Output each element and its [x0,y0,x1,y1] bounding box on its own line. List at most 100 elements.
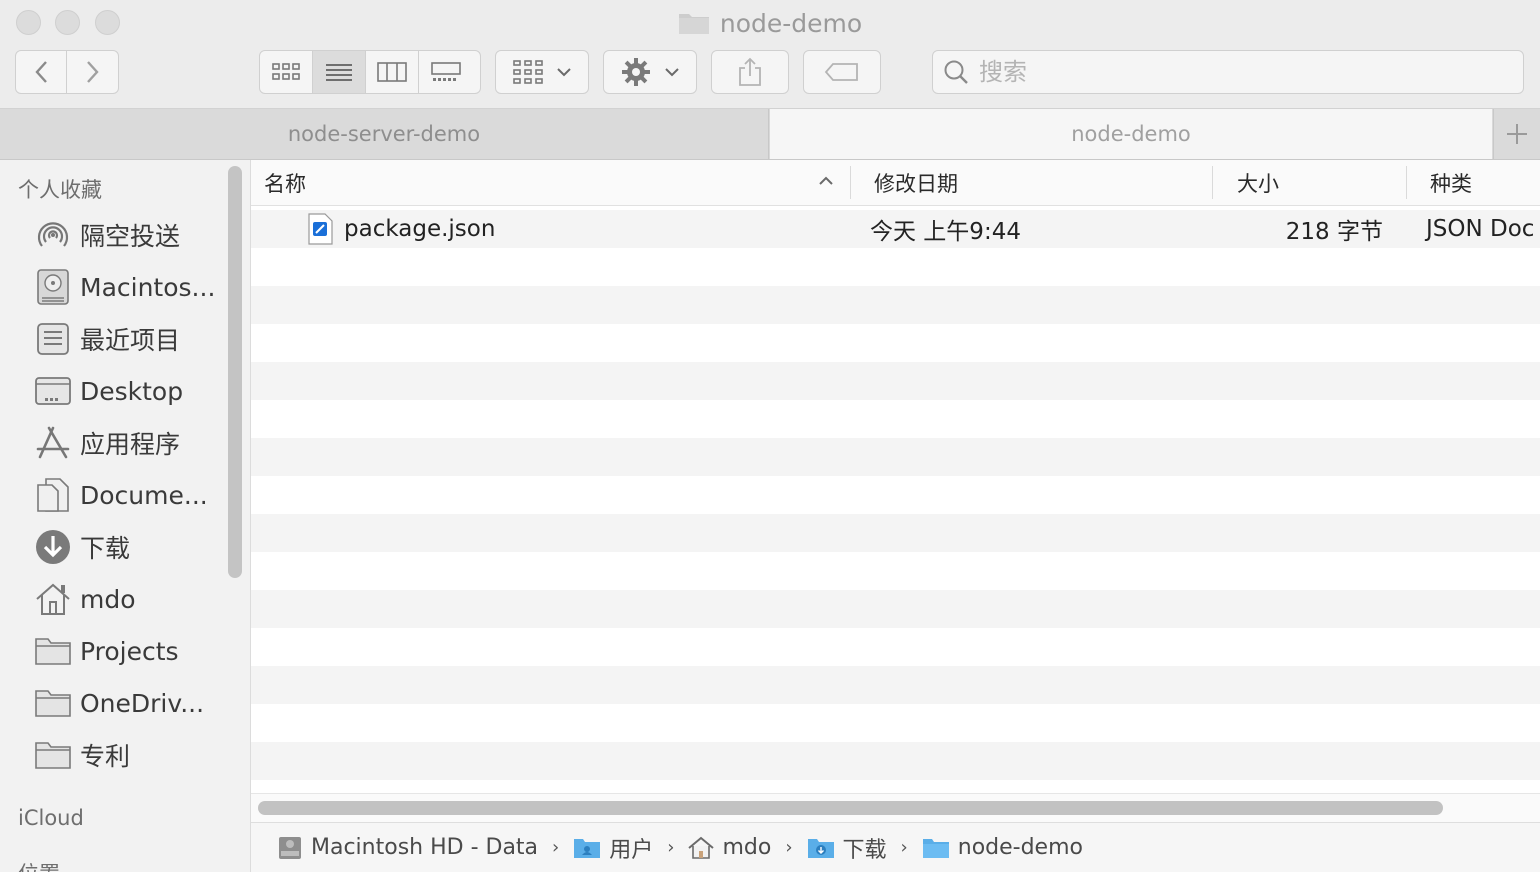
sidebar-item-macintosh-hd[interactable]: Macintos... [34,267,224,307]
sidebar-section-favorites: 个人收藏 [18,178,102,202]
tab-label: node-demo [1071,122,1191,146]
chevron-right-icon [86,61,99,83]
column-header: 名称 修改日期 大小 种类 [251,160,1540,206]
gear-icon [622,58,650,86]
path-item-users[interactable]: 用户 [573,832,653,864]
users-folder-icon [574,838,601,858]
sidebar-item-home[interactable]: mdo [34,579,224,619]
sidebar-item-label: 隔空投送 [80,222,181,251]
applications-icon [34,424,72,462]
window-title-text: node-demo [719,8,863,38]
download-icon [34,528,72,566]
gallery-icon [430,62,461,81]
document-icon [34,476,72,514]
tab-node-server-demo[interactable]: node-server-demo [0,109,769,159]
chevron-down-icon [557,68,571,77]
sidebar-item-label: Projects [80,636,179,666]
sidebar-item-airdrop[interactable]: 隔空投送 [34,215,224,255]
path-item-mdo[interactable]: mdo [688,835,771,860]
column-label: 修改日期 [874,171,958,196]
path-item-label: 用户 [609,837,654,863]
toolbar: node-demo [0,0,1540,109]
downloads-folder-icon [807,838,834,858]
gallery-view-button[interactable] [419,51,472,93]
empty-row [251,248,1540,286]
share-icon [739,57,761,86]
file-modified: 今天 上午9:44 [870,219,1021,245]
recents-icon [34,320,72,358]
hard-drive-icon [34,268,72,306]
sidebar-item-patents[interactable]: 专利 [34,735,224,775]
sidebar-item-recents[interactable]: 最近项目 [34,319,224,359]
sidebar-item-documents[interactable]: Docume... [34,475,224,515]
column-divider[interactable] [850,166,851,199]
search-input[interactable] [977,57,1501,87]
path-separator: › [785,837,793,858]
view-mode-selector[interactable] [259,50,481,94]
column-view-button[interactable] [366,51,419,93]
sidebar-item-onedrive[interactable]: OneDriv... [34,683,224,723]
column-label: 种类 [1430,171,1472,196]
column-divider[interactable] [1212,166,1213,199]
path-separator: › [552,837,560,858]
back-button[interactable] [15,50,67,94]
new-tab-button[interactable] [1493,109,1540,159]
sidebar: 个人收藏 隔空投送 Macintos... 最近项目 Desktop 应用程序 … [0,160,251,872]
hard-drive-icon [279,836,301,859]
sidebar-item-applications[interactable]: 应用程序 [34,423,224,463]
sidebar-scrollbar[interactable] [228,166,242,578]
column-label: 大小 [1237,171,1279,196]
column-kind[interactable]: 种类 [1430,160,1540,205]
forward-button[interactable] [66,50,119,94]
home-icon [688,836,715,859]
sidebar-item-label: Macintos... [80,272,216,302]
search-icon [944,60,968,84]
sidebar-item-downloads[interactable]: 下载 [34,527,224,567]
empty-row [251,438,1540,476]
path-item-macintosh-hd-data[interactable]: Macintosh HD - Data [277,835,538,861]
path-item-downloads[interactable]: 下载 [807,832,887,864]
path-separator: › [900,837,908,858]
horizontal-scrollbar[interactable] [251,793,1540,822]
column-divider[interactable] [1406,166,1407,199]
empty-row [251,476,1540,514]
group-button[interactable] [495,50,589,94]
table-row[interactable]: package.json 今天 上午9:44 218 字节 JSON Doc [251,210,1540,248]
empty-row [251,628,1540,666]
home-icon [34,580,72,618]
chevron-left-icon [35,61,47,83]
sidebar-item-desktop[interactable]: Desktop [34,371,224,411]
search-field[interactable] [932,50,1524,94]
sidebar-item-projects[interactable]: Projects [34,631,224,671]
window-title: node-demo [0,6,1540,40]
plus-icon [1507,124,1527,144]
share-button[interactable] [711,50,789,94]
column-modified[interactable]: 修改日期 [874,160,1204,205]
path-item-node-demo[interactable]: node-demo [922,835,1083,860]
action-button[interactable] [603,50,697,94]
list-icon [326,64,352,81]
json-file-icon [307,213,333,249]
empty-row [251,666,1540,704]
group-grid-icon [513,60,543,84]
tab-node-demo[interactable]: node-demo [770,109,1492,159]
path-bar: Macintosh HD - Data › 用户 › mdo › 下载 › no… [251,822,1540,872]
sidebar-section-icloud: iCloud [18,806,84,830]
list-view-button[interactable] [313,51,366,93]
file-size: 218 字节 [1285,219,1383,245]
path-item-label: 下载 [842,837,887,863]
path-item-label: node-demo [957,835,1083,860]
column-size[interactable]: 大小 [1237,160,1397,205]
sidebar-item-label: Desktop [80,376,184,406]
column-name[interactable]: 名称 [264,160,849,205]
tags-button[interactable] [803,50,881,94]
empty-row [251,286,1540,324]
scrollbar-thumb[interactable] [258,801,1443,815]
sidebar-section-locations: 位置 [18,858,60,872]
empty-row [251,552,1540,590]
icon-view-button[interactable] [260,51,313,93]
tag-icon [824,63,858,81]
column-label: 名称 [264,171,306,196]
sidebar-item-label: 下载 [80,534,131,563]
empty-row [251,324,1540,362]
